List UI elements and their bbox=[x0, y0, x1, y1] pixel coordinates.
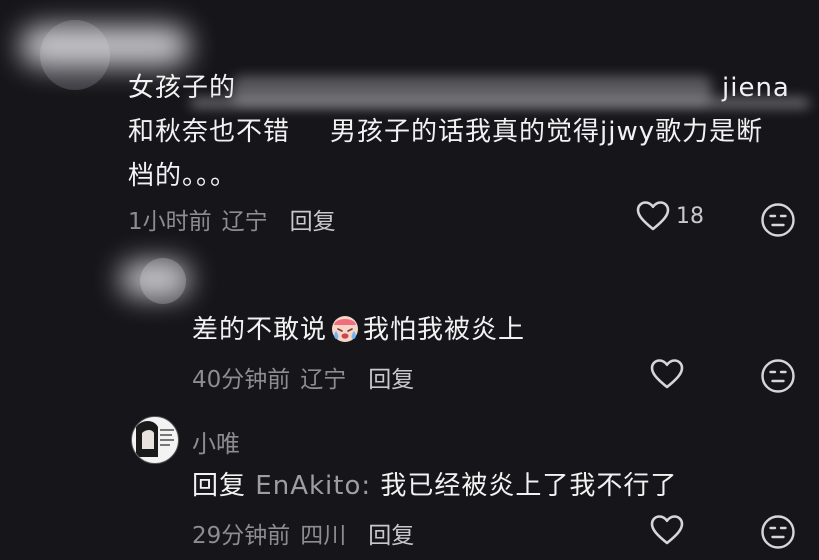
reply-button[interactable]: 回复 bbox=[368, 516, 414, 550]
comment-meta: 1小时前 辽宁 回复 bbox=[128, 202, 336, 236]
heart-outline-icon bbox=[650, 515, 684, 545]
reply-meta: 29分钟前 四川 回复 bbox=[192, 516, 414, 550]
timestamp: 1小时前 bbox=[128, 209, 212, 235]
reply-text-body: 我已经被炎上了我不行了 bbox=[380, 471, 678, 501]
unhappy-face-icon bbox=[761, 203, 795, 237]
comment-line3: 档的。。。 bbox=[128, 154, 237, 198]
crying-face-emoji bbox=[329, 312, 361, 358]
location: 四川 bbox=[300, 523, 347, 549]
like-button[interactable] bbox=[650, 514, 684, 546]
location: 辽宁 bbox=[221, 209, 268, 235]
dislike-button[interactable] bbox=[760, 514, 796, 554]
reply-to-user[interactable]: EnAkito: bbox=[255, 471, 371, 501]
reply-text: 回复 EnAkito: 我已经被炎上了我不行了 bbox=[192, 464, 677, 508]
avatar[interactable] bbox=[131, 416, 179, 464]
blurred-username bbox=[120, 262, 190, 296]
blurred-text bbox=[190, 98, 810, 108]
dislike-button[interactable] bbox=[760, 202, 796, 242]
reply-prefix: 回复 bbox=[192, 471, 247, 501]
blurred-username bbox=[20, 26, 190, 66]
comment-thread: 女孩子的 jiena 和秋奈也不错 男孩子的话我真的觉得jjwy歌力是断 档的。… bbox=[0, 0, 819, 560]
location: 辽宁 bbox=[300, 367, 347, 393]
dislike-button[interactable] bbox=[760, 358, 796, 398]
reply-button[interactable]: 回复 bbox=[290, 202, 336, 236]
heart-outline-icon bbox=[650, 359, 684, 389]
comment-line2a-text: 和秋奈也不错 bbox=[128, 117, 291, 147]
username[interactable]: 小唯 bbox=[192, 424, 240, 459]
unhappy-face-icon bbox=[761, 515, 795, 549]
timestamp: 29分钟前 bbox=[192, 523, 291, 549]
reply-text: 差的不敢说 我怕我被炎上 bbox=[192, 308, 525, 358]
unhappy-face-icon bbox=[761, 359, 795, 393]
comment-line2a: 和秋奈也不错 bbox=[128, 110, 290, 154]
comment-line2b: 男孩子的话我真的觉得jjwy歌力是断 bbox=[330, 110, 763, 154]
reply-meta: 40分钟前 辽宁 回复 bbox=[192, 360, 414, 394]
like-button[interactable] bbox=[650, 358, 684, 390]
like-count: 18 bbox=[676, 203, 704, 229]
reply-text-start: 差的不敢说 bbox=[192, 315, 328, 345]
comment-line3-text: 档的。。。 bbox=[128, 161, 238, 191]
heart-outline-icon bbox=[636, 201, 670, 231]
like-button[interactable]: 18 bbox=[636, 200, 704, 232]
timestamp: 40分钟前 bbox=[192, 367, 291, 393]
comment-line2b-text: 男孩子的话我真的觉得jjwy歌力是断 bbox=[330, 117, 764, 147]
reply-button[interactable]: 回复 bbox=[368, 360, 414, 394]
reply-text-end: 我怕我被炎上 bbox=[363, 315, 526, 345]
avatar-image bbox=[136, 421, 174, 457]
